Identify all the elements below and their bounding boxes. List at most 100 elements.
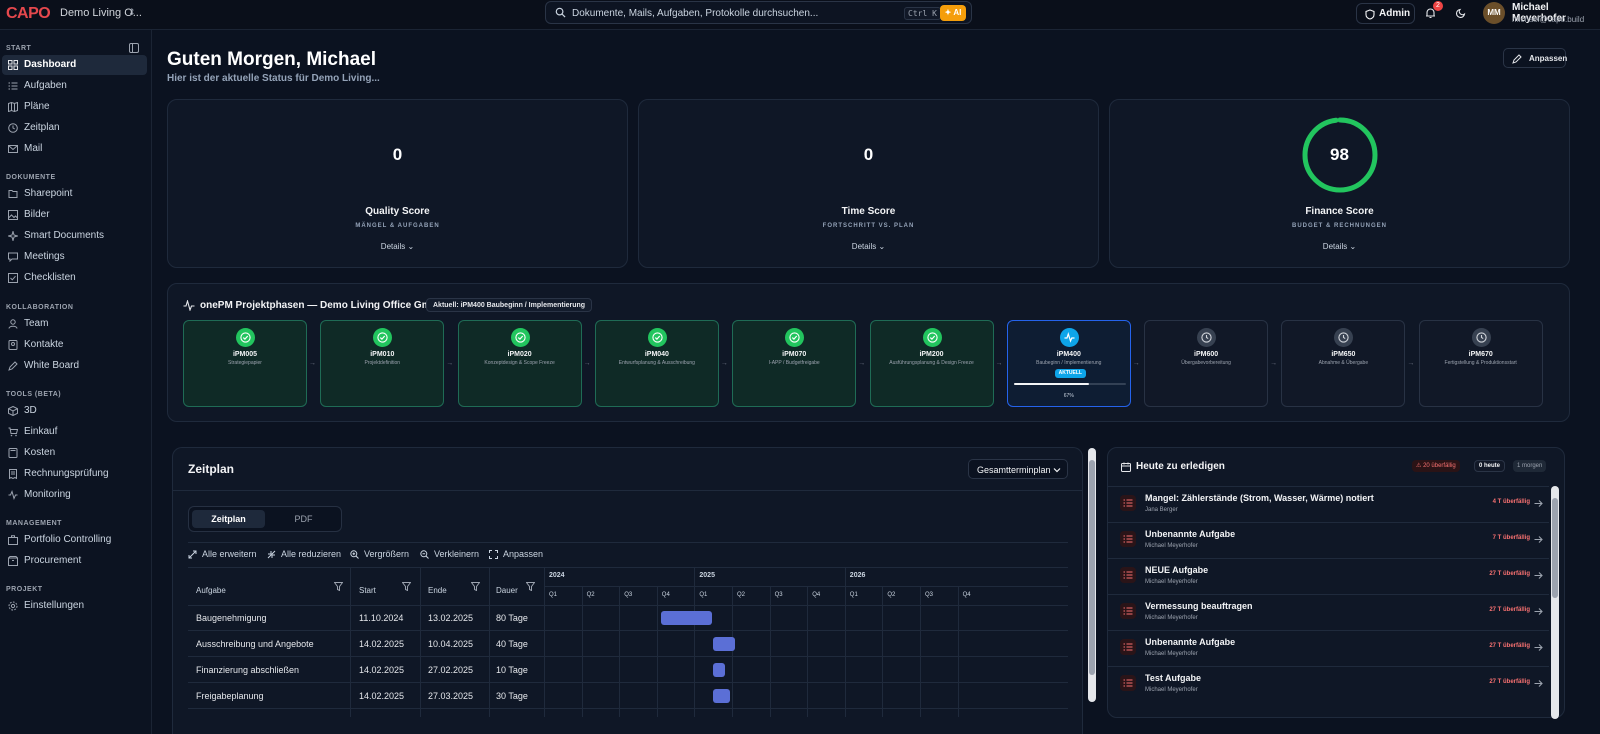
sidebar-collapse-icon[interactable] [129,43,139,53]
task-item[interactable]: Unbenannte Aufgabe Michael Meyerhofer 7 T … [1108,522,1549,558]
gantt-bar[interactable] [712,637,736,651]
tomorrow-chip[interactable]: 1 morgen [1513,460,1547,472]
task-item[interactable]: Unbenannte Aufgabe Michael Meyerhofer 27 T… [1108,630,1549,666]
arrow-right-icon[interactable] [1534,533,1543,547]
filter-icon[interactable] [471,582,480,591]
tab-pdf[interactable]: PDF [267,510,340,528]
phase-card-ipm010[interactable]: iPM010 Projektdefinition [320,320,445,407]
schedule-dropdown[interactable]: Gesamtterminplan [968,459,1068,479]
phase-name: Übergabevorbereitung [1181,360,1231,366]
task-overdue: 7 T überfällig [1492,535,1530,541]
table-cell-task[interactable]: Finanzierung abschließen [196,665,299,675]
phase-card-ipm670[interactable]: iPM670 Fertigstellung & Produktionsstart [1418,320,1543,407]
gantt-column-separator [544,567,545,717]
overdue-chip[interactable]: ⚠ 20 überfällig [1412,460,1460,472]
phase-card-ipm040[interactable]: iPM040 Entwurfsplanung & Ausschreibung [594,320,719,407]
filter-icon[interactable] [334,582,343,591]
moon-icon[interactable] [1456,7,1467,18]
sidebar-item-label: Monitoring [24,489,71,500]
phase-card-ipm400[interactable]: iPM400 Baubeginn / Implementierung AKTUELL… [1006,320,1131,407]
arrow-right-icon[interactable] [1534,569,1543,583]
sidebar-item-bilder[interactable]: Bilder [2,205,147,225]
phase-card-ipm650[interactable]: iPM650 Abnahme & Übergabe [1281,320,1406,407]
year-label: 2026 [849,572,866,579]
gantt-bar[interactable] [660,611,713,625]
table-cell-task[interactable]: Baugenehmigung [196,613,267,623]
details-toggle[interactable]: Details ⌄ [639,242,1098,251]
details-toggle[interactable]: Details ⌄ [168,242,627,251]
tab-zeitplan[interactable]: Zeitplan [192,510,265,528]
tasks-scrollbar[interactable] [1551,486,1559,719]
tasks-scrollbar-thumb[interactable] [1552,498,1558,598]
sidebar-item-sharepoint[interactable]: Sharepoint [2,184,147,204]
sidebar-item-rechnungspruefung[interactable]: Rechnungsprüfung [2,464,147,484]
quarter-gridline [656,586,658,717]
task-item[interactable]: Mangel: Zählerstände (Strom, Wasser, Wär… [1108,486,1549,522]
phase-card-ipm020[interactable]: iPM020 Konzeptdesign & Scope Freeze [457,320,582,407]
sidebar-item-kosten[interactable]: Kosten [2,443,147,463]
sidebar-item-monitoring[interactable]: Monitoring [2,485,147,505]
sidebar-item-plaene[interactable]: Pläne [2,97,147,117]
logo[interactable]: CAPO [6,5,51,23]
arrow-right-icon[interactable] [1534,605,1543,619]
filter-icon[interactable] [402,582,411,591]
arrow-right-icon[interactable] [1534,497,1543,511]
search-placeholder[interactable]: Dokumente, Mails, Aufgaben, Protokolle d… [572,8,818,19]
arrow-right-icon: → [309,360,316,367]
sidebar-item-einstellungen[interactable]: Einstellungen [2,596,147,616]
project-switcher[interactable]: Demo Living O... ⇕ [60,7,142,19]
sidebar-item-procurement[interactable]: Procurement [2,551,147,571]
sidebar-item-white-board[interactable]: White Board [2,356,147,376]
sidebar-item-einkauf[interactable]: Einkauf [2,422,147,442]
table-cell-task[interactable]: Ausschreibung und Angebote [196,639,314,649]
gear-icon [8,601,18,611]
sidebar-item-team[interactable]: Team [2,314,147,334]
sidebar-item-meetings[interactable]: Meetings [2,247,147,267]
ai-button[interactable]: ✦ AI [940,5,966,21]
customize-button[interactable]: Anpassen [1503,48,1567,68]
current-badge: AKTUELL [1054,369,1086,378]
table-row-separator [188,656,1068,657]
arrow-right-icon[interactable] [1534,641,1543,655]
sidebar-item-portfolio-controlling[interactable]: Portfolio Controlling [2,530,147,550]
sidebar-item-aufgaben[interactable]: Aufgaben [2,76,147,96]
filter-icon[interactable] [526,582,535,591]
task-item[interactable]: Vermessung beauftragen Michael Meyerhofer… [1108,594,1549,630]
sidebar-item-smart-documents[interactable]: Smart Documents [2,226,147,246]
quarter-gridline [581,586,583,717]
arrow-right-icon: → [858,360,866,367]
phase-card-ipm005[interactable]: iPM005 Strategiepapier [183,320,307,407]
phase-card-ipm200[interactable]: iPM200 Ausführungsplanung & Design Freeze [869,320,994,407]
sidebar-item-zeitplan[interactable]: Zeitplan [2,118,147,138]
zeitplan-scrollbar[interactable] [1088,448,1096,702]
sidebar-item-label: Dashboard [24,59,77,70]
task-item[interactable]: Test Aufgabe Michael Meyerhofer 27 T überf… [1108,666,1549,702]
zeitplan-scrollbar-thumb[interactable] [1089,460,1095,675]
sidebar-item-kontakte[interactable]: Kontakte [2,335,147,355]
phase-card-ipm070[interactable]: iPM070 I-APP / Budgetfreigabe [732,320,857,407]
cart-icon [8,427,18,437]
gantt-bar[interactable] [712,689,730,703]
admin-button[interactable]: Admin [1356,3,1415,24]
task-list-icon [1120,675,1136,691]
sidebar-item-3d[interactable]: 3D [2,401,147,421]
avatar[interactable]: MM [1483,2,1505,24]
search-bar[interactable]: Dokumente, Mails, Aufgaben, Protokolle d… [545,1,972,24]
task-item[interactable]: NEUE Aufgabe Michael Meyerhofer 27 T überf… [1108,558,1549,594]
gantt-bar[interactable] [712,663,725,677]
sidebar-item-label: Einstellungen [24,600,85,611]
today-chip[interactable]: 0 heute [1474,460,1506,472]
quarter-gridline [807,586,809,717]
image-icon [8,210,18,220]
sidebar-item-checklisten[interactable]: Checklisten [2,268,147,288]
arrow-right-icon[interactable] [1534,677,1543,691]
table-cell-task[interactable]: Freigabeplanung [196,691,264,701]
phase-card-ipm600[interactable]: iPM600 Übergabevorbereitung [1144,320,1269,407]
details-toggle[interactable]: Details ⌄ [1110,242,1569,251]
sidebar-item-mail[interactable]: Mail [2,139,147,159]
phases-title: onePM Projektphasen — Demo Living Office… [200,300,444,311]
sidebar-item-dashboard[interactable]: Dashboard [2,55,147,75]
quarter-label: Q2 [586,592,595,598]
divider [188,542,1068,543]
quarter-label: Q3 [774,592,783,598]
